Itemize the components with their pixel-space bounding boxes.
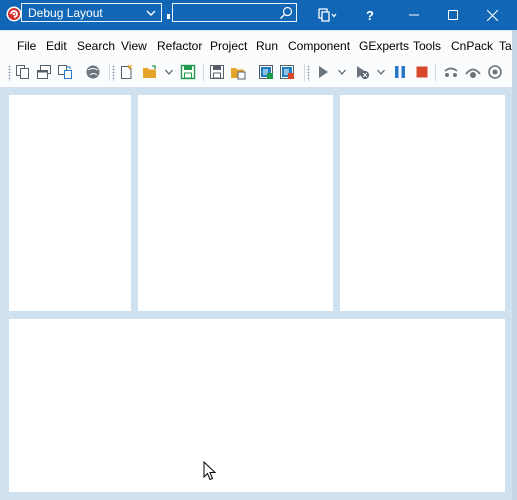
- docked-pane-left[interactable]: [9, 95, 131, 311]
- run-to-cursor-icon[interactable]: [487, 64, 503, 80]
- run-icon[interactable]: [315, 64, 331, 80]
- toolbar-separator: [203, 64, 204, 81]
- docked-pane-bottom[interactable]: [9, 319, 505, 492]
- menu-cnpack[interactable]: CnPack: [451, 39, 493, 53]
- toggle-form-unit-icon[interactable]: [57, 64, 73, 80]
- app-logo[interactable]: [6, 6, 22, 22]
- ide-search-box[interactable]: [172, 3, 297, 22]
- menu-refactor[interactable]: Refactor: [157, 39, 202, 53]
- docked-pane-center[interactable]: [138, 95, 333, 311]
- chevron-down-icon[interactable]: [165, 69, 173, 75]
- menu-project[interactable]: Project: [210, 39, 247, 53]
- toolbar-separator: [109, 64, 110, 81]
- menu-bar: File Edit Search View Refactor Project R…: [0, 30, 517, 59]
- step-over-icon[interactable]: [443, 64, 459, 80]
- menu-edit[interactable]: Edit: [46, 39, 67, 53]
- docked-pane-right[interactable]: [340, 95, 505, 311]
- mouse-cursor-icon: [203, 461, 216, 481]
- search-icon[interactable]: [279, 6, 293, 20]
- minimize-button[interactable]: [394, 0, 434, 30]
- globe-icon[interactable]: [85, 64, 101, 80]
- layouts-button[interactable]: [312, 0, 342, 30]
- menu-gexperts[interactable]: GExperts: [359, 39, 409, 53]
- close-icon: [486, 9, 498, 21]
- toolbar-grip[interactable]: [307, 65, 310, 81]
- window-border: [512, 30, 517, 500]
- close-button[interactable]: [472, 0, 512, 30]
- toolbar-grip[interactable]: [8, 65, 11, 81]
- desktop-layout-combo[interactable]: Debug Layout: [21, 3, 162, 22]
- menu-tools[interactable]: Tools: [413, 39, 441, 53]
- trace-into-icon[interactable]: [465, 64, 481, 80]
- title-bar: Debug Layout ?: [0, 0, 517, 30]
- menu-component[interactable]: Component: [288, 39, 350, 53]
- copy-icon[interactable]: [15, 64, 31, 80]
- maximize-button[interactable]: [434, 0, 472, 30]
- chevron-down-icon[interactable]: [377, 69, 385, 75]
- chevron-down-icon: [146, 10, 156, 16]
- layouts-icon: [318, 8, 337, 22]
- pause-icon[interactable]: [392, 64, 408, 80]
- search-divider: [167, 14, 170, 19]
- add-to-project-icon[interactable]: [258, 64, 274, 80]
- open-folder-icon[interactable]: [142, 64, 158, 80]
- maximize-icon: [448, 10, 458, 20]
- layout-combo-value: Debug Layout: [28, 6, 103, 20]
- menu-search[interactable]: Search: [77, 39, 115, 53]
- help-button[interactable]: ?: [355, 0, 385, 30]
- menu-file[interactable]: File: [17, 39, 36, 53]
- ide-search-input[interactable]: [175, 5, 279, 22]
- run-without-debug-icon[interactable]: [354, 64, 370, 80]
- toolbar-separator: [304, 64, 305, 81]
- minimize-icon: [409, 14, 419, 16]
- new-file-icon[interactable]: [118, 64, 134, 80]
- window-list-icon[interactable]: [36, 64, 52, 80]
- open-project-icon[interactable]: [230, 64, 246, 80]
- save-icon[interactable]: [180, 64, 196, 80]
- save-all-icon[interactable]: [209, 64, 225, 80]
- toolbar-separator: [435, 64, 436, 81]
- menu-view[interactable]: View: [121, 39, 147, 53]
- chevron-down-icon[interactable]: [338, 69, 346, 75]
- remove-from-project-icon[interactable]: [279, 64, 295, 80]
- menu-run[interactable]: Run: [256, 39, 278, 53]
- toolbar-grip[interactable]: [112, 65, 115, 81]
- stop-icon[interactable]: [414, 64, 430, 80]
- toolbar: [0, 58, 517, 88]
